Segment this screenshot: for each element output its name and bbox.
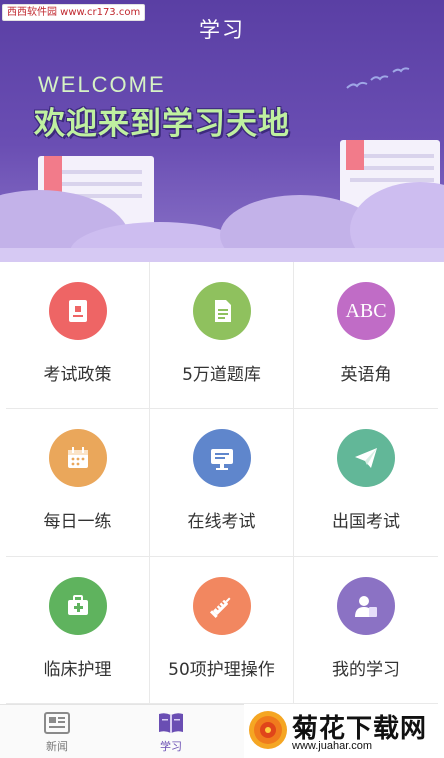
- flower-logo-icon: [249, 711, 287, 749]
- newspaper-icon: [44, 712, 70, 734]
- banner-illustration: [0, 140, 444, 262]
- tab-study[interactable]: 学习: [141, 711, 201, 754]
- grid-item-label: 在线考试: [187, 512, 256, 533]
- birds-icon: [346, 67, 410, 89]
- watermark-top: 西西软件园 www.cr173.com: [2, 4, 146, 21]
- grid-item-question-bank[interactable]: 5万道题库: [150, 262, 294, 410]
- calendar-icon: [48, 429, 107, 488]
- header-banner: 学习 WELCOME 欢迎来到学习天地: [0, 0, 444, 262]
- syringe-icon: [192, 576, 251, 635]
- grid-item-label: 出国考试: [332, 512, 400, 533]
- watermark-url: www.juahar.com: [292, 740, 373, 752]
- user-icon: [337, 576, 395, 635]
- grid-item-nursing-operations[interactable]: 50项护理操作: [150, 556, 294, 704]
- grid-item-daily-practice[interactable]: 每日一练: [6, 409, 150, 557]
- book-icon: [159, 713, 183, 733]
- grid-item-my-study[interactable]: 我的学习: [294, 557, 438, 704]
- medical-kit-icon: [48, 576, 107, 635]
- grid-item-label: 50项护理操作: [168, 659, 275, 680]
- grid-item-english-corner[interactable]: ABC 英语角: [294, 262, 438, 410]
- grid-item-study-abroad-exam[interactable]: 出国考试: [294, 409, 438, 557]
- grid-item-label: 临床护理: [43, 659, 112, 680]
- tab-news-label: 新闻: [46, 740, 68, 753]
- abc-text: ABC: [345, 299, 387, 322]
- grid-item-label: 我的学习: [332, 659, 400, 680]
- grid-item-online-exam[interactable]: 在线考试: [150, 409, 294, 557]
- file-icon: [192, 282, 251, 340]
- monitor-icon: [192, 429, 251, 488]
- banner-welcome: WELCOME: [38, 72, 166, 97]
- grid-item-label: 英语角: [340, 365, 392, 385]
- feature-grid: 考试政策 5万道题库 ABC 英语角 每日一练 在线考试 出国考试 临床护理 5…: [6, 262, 438, 704]
- paper-plane-icon: [337, 429, 395, 488]
- abc-icon: ABC: [337, 282, 395, 340]
- grid-item-clinical-nursing[interactable]: 临床护理: [6, 556, 150, 704]
- grid-item-label: 考试政策: [43, 365, 112, 385]
- grid-item-label: 每日一练: [43, 512, 112, 533]
- grid-item-exam-policy[interactable]: 考试政策: [6, 262, 150, 410]
- tab-study-label: 学习: [160, 740, 182, 753]
- document-icon: [48, 282, 107, 340]
- watermark-bottom: 菊花下载网 www.juahar.com: [244, 704, 444, 758]
- tab-news[interactable]: 新闻: [27, 711, 87, 754]
- grid-item-label: 5万道题库: [182, 365, 261, 385]
